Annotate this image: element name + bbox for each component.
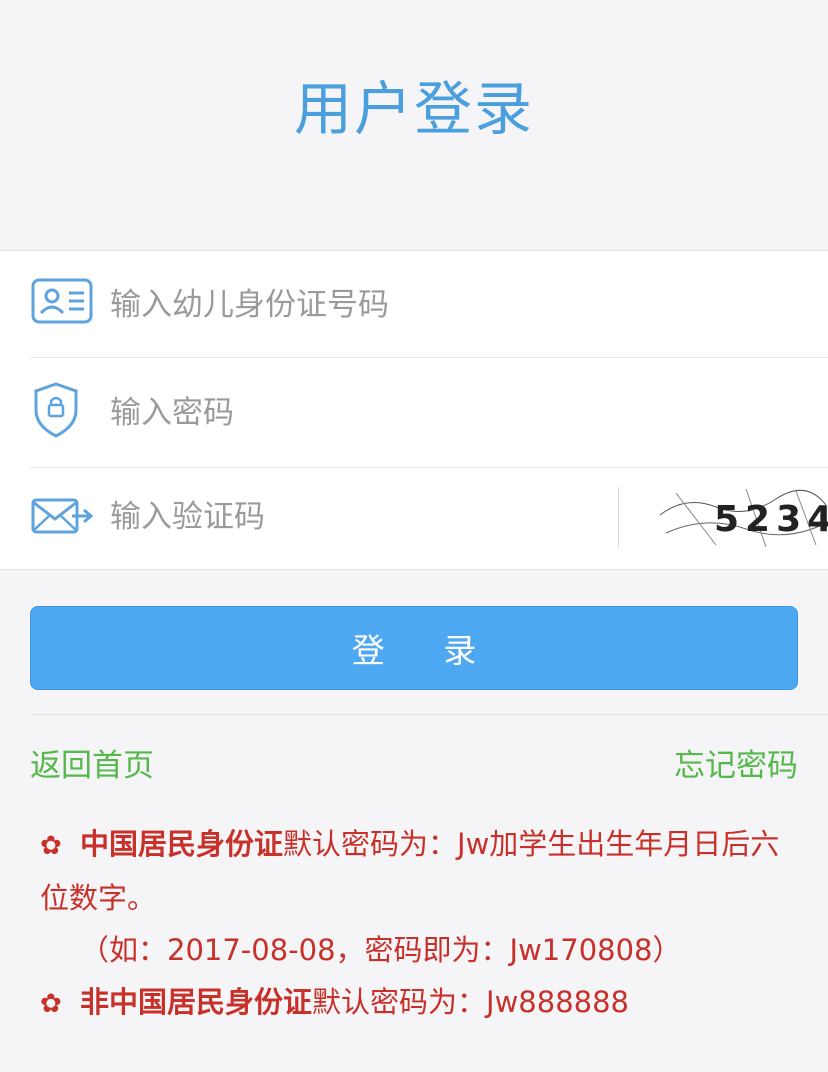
captcha-row: 5234: [30, 467, 828, 569]
id-card-icon: [31, 278, 93, 324]
flower-icon: ✿: [40, 989, 62, 1019]
shield-lock-icon: [34, 382, 78, 438]
note-resident-title: 中国居民身份证: [80, 827, 284, 861]
captcha-input[interactable]: [110, 493, 598, 541]
login-form: 5234: [0, 250, 828, 570]
login-button[interactable]: 登 录: [30, 606, 798, 690]
divider: [30, 714, 828, 715]
note-nonresident-text: 默认密码为：Jw888888: [312, 985, 629, 1019]
password-notes: ✿ 中国居民身份证默认密码为：Jw加学生出生年月日后六位数字。 （如：2017-0…: [40, 818, 800, 1030]
note-example: （如：2017-08-08，密码即为：Jw170808）: [80, 933, 682, 967]
forgot-password-link[interactable]: 忘记密码: [674, 740, 798, 785]
page-title: 用户登录: [293, 75, 534, 143]
password-row: [30, 356, 828, 468]
captcha-digits: 5234: [714, 499, 828, 540]
note-nonresident: ✿ 非中国居民身份证默认密码为：Jw888888: [40, 976, 800, 1030]
id-number-row: [30, 251, 828, 358]
captcha-divider: [618, 487, 619, 547]
captcha-image[interactable]: 5234: [656, 485, 828, 551]
flower-icon: ✿: [40, 831, 62, 861]
back-home-link[interactable]: 返回首页: [30, 740, 154, 785]
password-input[interactable]: [110, 389, 818, 437]
mail-send-icon: [31, 498, 94, 534]
note-nonresident-title: 非中国居民身份证: [80, 985, 313, 1019]
id-number-input[interactable]: [110, 281, 818, 329]
note-resident: ✿ 中国居民身份证默认密码为：Jw加学生出生年月日后六位数字。: [40, 818, 800, 924]
